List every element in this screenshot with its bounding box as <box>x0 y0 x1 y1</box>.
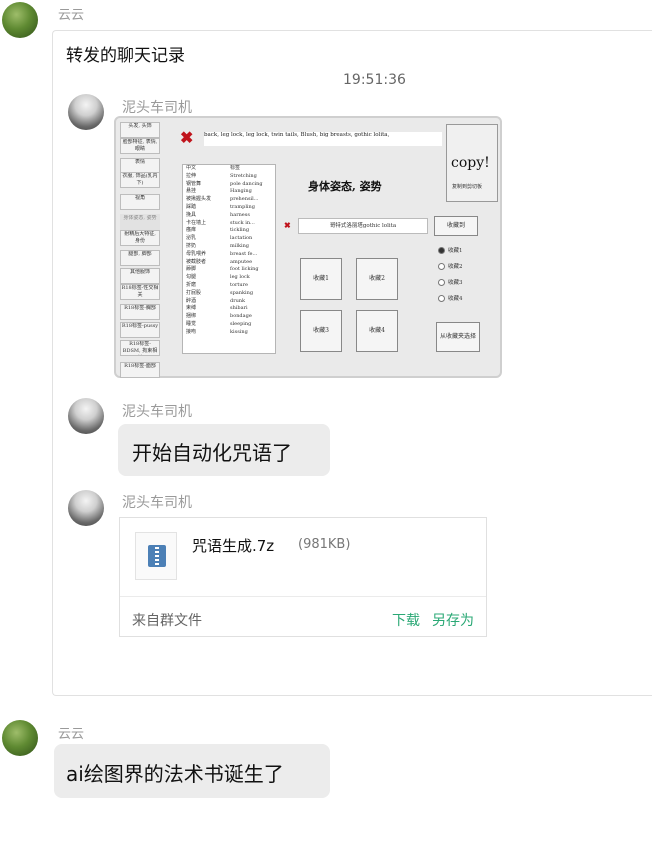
favorite-radio[interactable]: 收藏2 <box>438 262 463 270</box>
category-title: 身体姿态, 姿势 <box>308 180 382 193</box>
message-text: ai绘图界的法术书诞生了 <box>66 762 284 786</box>
table-row[interactable]: 折磨 torture <box>183 282 275 290</box>
file-size: (981KB) <box>298 537 351 552</box>
radio-icon <box>438 246 445 254</box>
table-row[interactable]: 打屁股 spanking <box>183 290 275 298</box>
sidebar-button[interactable]: 腿部, 脚部 <box>120 250 160 266</box>
table-row[interactable]: 踩踏 trampling <box>183 204 275 212</box>
sidebar-button[interactable]: R18标签-BDSM, 拘束相关 <box>120 340 160 356</box>
favorite-radio[interactable]: 收藏1 <box>438 246 463 254</box>
forwarded-title: 转发的聊天记录 <box>66 46 185 66</box>
table-row[interactable]: 钢管舞 pole dancing <box>183 181 275 189</box>
avatar-nitouche-2[interactable] <box>68 398 104 434</box>
sender-name: 泥头车司机 <box>122 100 192 116</box>
radio-icon <box>438 294 445 302</box>
favorite-box-1[interactable]: 收藏1 <box>300 258 342 300</box>
app-sidebar: 头发, 头饰 脸部特征, 表情, 眼睛 表情 衣服, 饰品(乳内下) 视角 身体姿态, 姿… <box>116 118 164 378</box>
table-row[interactable]: 泌乳 lactation <box>183 235 275 243</box>
table-row[interactable]: 卡在墙上 stuck in... <box>183 220 275 228</box>
radio-icon <box>438 278 445 286</box>
favorite-radio[interactable]: 收藏3 <box>438 278 463 286</box>
file-name: 咒语生成.7z <box>192 537 275 555</box>
archive-file-icon <box>135 532 177 580</box>
copy-button[interactable]: copy! 复制到剪切板 <box>446 124 498 202</box>
clear-icon[interactable]: ✖ <box>180 128 193 147</box>
avatar-nitouche-3[interactable] <box>68 490 104 526</box>
favorite-box-2[interactable]: 收藏2 <box>356 258 398 300</box>
table-row[interactable]: 挤奶 milking <box>183 243 275 251</box>
avatar-yunyun-top[interactable] <box>2 2 38 38</box>
sender-name: 云云 <box>58 8 85 23</box>
copy-label: copy! <box>451 155 490 171</box>
sender-name: 泥头车司机 <box>122 404 192 420</box>
sidebar-button[interactable]: 脸部特征, 表情, 眼睛 <box>120 138 160 154</box>
table-row[interactable]: 睡觉 sleeping <box>183 321 275 329</box>
sidebar-button[interactable]: R18标签-胸部 <box>120 304 160 320</box>
timestamp: 19:51:36 <box>343 72 406 88</box>
table-row[interactable]: 舔脚 foot licking <box>183 266 275 274</box>
save-as-link[interactable]: 另存为 <box>432 610 474 630</box>
message-text: 开始自动化咒语了 <box>132 441 292 465</box>
sidebar-button[interactable]: R18标签-pussy <box>120 322 160 338</box>
sender-name: 泥头车司机 <box>122 495 192 511</box>
sidebar-button[interactable]: R18标签-面部 <box>120 362 160 378</box>
prompt-output[interactable]: back, leg lock, leg lock, twin tails, Bl… <box>204 132 442 146</box>
download-link[interactable]: 下载 <box>392 610 420 630</box>
favorite-radio[interactable]: 收藏4 <box>438 294 463 302</box>
table-row[interactable]: 捆绑 bondage <box>183 313 275 321</box>
table-row[interactable]: 束缚 shibari <box>183 305 275 313</box>
tag-table[interactable]: 中文 标签 拉伸 Stretching 钢管舞 pole dancing 悬挂 Hangin… <box>182 164 276 354</box>
table-row[interactable]: 被截肢者 amputee <box>183 259 275 267</box>
table-row[interactable]: 拉伸 Stretching <box>183 173 275 181</box>
file-card[interactable]: 咒语生成.7z (981KB) 来自群文件 下载 另存为 <box>119 517 487 637</box>
favorite-box-3[interactable]: 收藏3 <box>300 310 342 352</box>
load-from-favorites-button[interactable]: 从收藏夹选择 <box>436 322 480 352</box>
sidebar-button[interactable]: 头发, 头饰 <box>120 122 160 138</box>
sidebar-button[interactable]: 射精后大特征, 身份 <box>120 230 160 246</box>
favorite-to-button[interactable]: 收藏到 <box>434 216 478 236</box>
sidebar-button[interactable]: 视角 <box>120 194 160 210</box>
sidebar-button[interactable]: 身体姿态, 姿势 <box>120 214 160 230</box>
sender-name: 云云 <box>58 727 85 742</box>
remove-icon[interactable]: ✖ <box>284 220 291 230</box>
table-row[interactable]: 母乳喂养 breast fe... <box>183 251 275 259</box>
message-bubble[interactable]: ai绘图界的法术书诞生了 <box>54 744 330 798</box>
message-bubble[interactable]: 开始自动化咒语了 <box>118 424 330 476</box>
avatar-nitouche-1[interactable] <box>68 94 104 130</box>
sidebar-button[interactable]: R18标签-性交相关 <box>120 284 160 300</box>
table-row[interactable]: 接吻 kissing <box>183 329 275 337</box>
table-row[interactable]: 挽具 harness <box>183 212 275 220</box>
table-row[interactable]: 勾腿 leg lock <box>183 274 275 282</box>
file-divider <box>120 596 486 597</box>
table-row[interactable]: 瘙痒 tickling <box>183 227 275 235</box>
table-row[interactable]: 醉酒 drunk <box>183 298 275 306</box>
copy-sublabel: 复制到剪切板 <box>452 184 483 190</box>
table-header: 中文 标签 <box>186 165 241 171</box>
embedded-app-screenshot[interactable]: 头发, 头饰 脸部特征, 表情, 眼睛 表情 衣服, 饰品(乳内下) 视角 身体姿态, 姿… <box>114 116 502 378</box>
sidebar-button[interactable]: 衣服, 饰品(乳内下) <box>120 172 160 188</box>
sidebar-button[interactable]: 其他服饰 <box>120 268 160 284</box>
table-row[interactable]: 被揪握头发 prehensil... <box>183 196 275 204</box>
favorite-input[interactable]: 哥特式洛丽塔gothic lolita <box>298 218 428 234</box>
radio-icon <box>438 262 445 270</box>
favorite-box-4[interactable]: 收藏4 <box>356 310 398 352</box>
avatar-yunyun-bottom[interactable] <box>2 720 38 756</box>
file-source: 来自群文件 <box>132 613 202 629</box>
